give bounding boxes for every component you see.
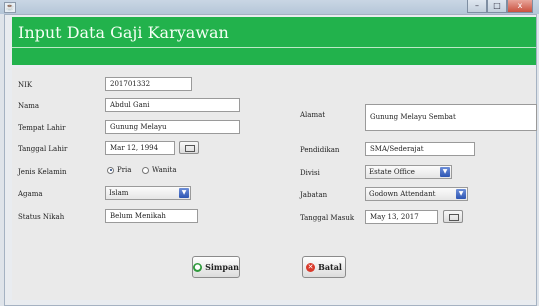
agama-select[interactable]: Islam ▼ — [105, 186, 191, 200]
pendidikan-field[interactable]: SMA/Sederajat — [365, 142, 475, 156]
simpan-label: Simpan — [205, 262, 239, 272]
cancel-icon: ✕ — [306, 262, 316, 272]
alamat-field[interactable]: Gunung Melayu Sembat — [365, 104, 537, 131]
close-button[interactable]: x — [507, 0, 533, 13]
app-icon: ☕ — [4, 2, 16, 13]
tanggal-masuk-field[interactable]: May 13, 2017 — [365, 210, 438, 224]
form-panel: NIK 201701332 Nama Abdul Gani Tempat Lah… — [12, 68, 537, 300]
maximize-button[interactable]: □ — [487, 0, 507, 13]
window-controls: – □ x — [467, 0, 533, 13]
header-divider — [12, 47, 536, 48]
minimize-button[interactable]: – — [467, 0, 487, 13]
batal-button[interactable]: ✕ Batal — [302, 256, 346, 278]
jabatan-value: Godown Attendant — [369, 190, 436, 198]
tanggal-lahir-label: Tanggal Lahir — [18, 145, 68, 153]
radio-pria-label: Pria — [117, 166, 132, 174]
batal-label: Batal — [318, 262, 342, 272]
status-nikah-label: Status Nikah — [18, 213, 65, 221]
calendar-icon — [449, 214, 459, 221]
jabatan-select[interactable]: Godown Attendant ▼ — [365, 187, 468, 201]
calendar-icon — [185, 145, 195, 152]
save-icon: ● — [193, 262, 203, 272]
window-titlebar[interactable]: ☕ – □ x — [0, 0, 539, 14]
tanggal-masuk-calendar-button[interactable] — [443, 210, 463, 223]
header-banner: Input Data Gaji Karyawan — [12, 17, 536, 65]
nama-label: Nama — [18, 102, 40, 110]
divisi-select[interactable]: Estate Office ▼ — [365, 165, 452, 179]
simpan-button[interactable]: ● Simpan — [192, 256, 240, 278]
radio-wanita-dot — [142, 166, 149, 174]
radio-pria-dot — [107, 166, 114, 174]
tanggal-masuk-label: Tanggal Masuk — [300, 214, 355, 222]
tanggal-lahir-field[interactable]: Mar 12, 1994 — [105, 141, 175, 155]
chevron-down-icon: ▼ — [179, 188, 189, 198]
page-title: Input Data Gaji Karyawan — [18, 23, 229, 42]
agama-value: Islam — [109, 189, 129, 197]
chevron-down-icon: ▼ — [456, 189, 466, 199]
divisi-label: Divisi — [300, 169, 320, 177]
nik-field[interactable]: 201701332 — [105, 77, 192, 91]
divisi-value: Estate Office — [369, 168, 415, 176]
alamat-label: Alamat — [300, 111, 326, 119]
agama-label: Agama — [18, 190, 43, 198]
tempat-lahir-field[interactable]: Gunung Melayu — [105, 120, 240, 134]
nama-field[interactable]: Abdul Gani — [105, 98, 240, 112]
radio-wanita-label: Wanita — [152, 166, 177, 174]
jenis-kelamin-label: Jenis Kelamin — [18, 168, 67, 176]
jabatan-label: Jabatan — [300, 191, 328, 199]
chevron-down-icon: ▼ — [440, 167, 450, 177]
radio-wanita[interactable]: Wanita — [142, 166, 177, 174]
radio-pria[interactable]: Pria — [107, 166, 131, 174]
pendidikan-label: Pendidikan — [300, 146, 340, 154]
tempat-lahir-label: Tempat Lahir — [18, 124, 66, 132]
tanggal-lahir-calendar-button[interactable] — [179, 141, 199, 154]
status-nikah-field[interactable]: Belum Menikah — [105, 209, 198, 223]
nik-label: NIK — [18, 81, 33, 89]
